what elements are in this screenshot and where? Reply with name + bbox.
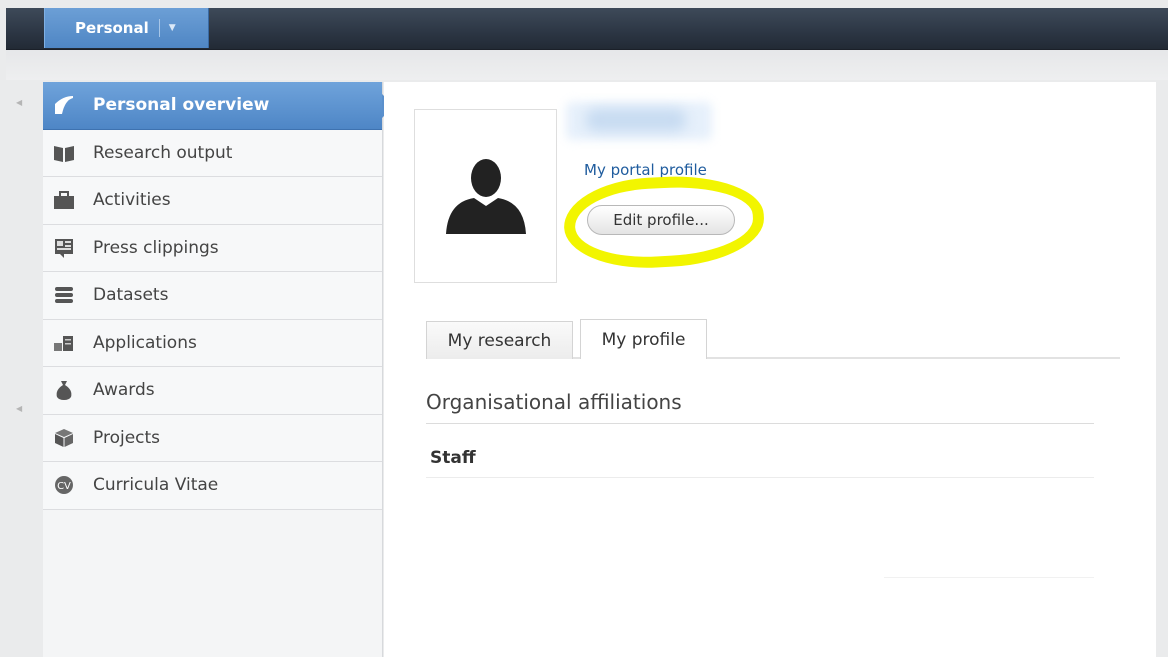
briefcase-icon xyxy=(53,189,75,211)
sidebar-item-awards[interactable]: Awards xyxy=(43,367,382,415)
newspaper-icon xyxy=(53,237,75,259)
affiliation-label: Staff xyxy=(430,448,476,468)
sidebar-item-applications[interactable]: Applications xyxy=(43,319,382,367)
sidebar-item-personal-overview[interactable]: Personal overview xyxy=(43,82,394,130)
sidebar: Personal overview Research output Activi… xyxy=(43,82,394,657)
personal-tab[interactable]: Personal ▼ xyxy=(44,8,209,48)
dropdown-arrow-icon[interactable]: ▼ xyxy=(169,23,176,33)
sidebar-item-press-clippings[interactable]: Press clippings xyxy=(43,224,382,272)
cube-icon xyxy=(53,427,75,449)
applications-icon xyxy=(53,332,75,354)
sidebar-item-label: Curricula Vitae xyxy=(93,475,219,496)
database-icon xyxy=(53,284,75,306)
sidebar-item-curricula-vitae[interactable]: CV Curricula Vitae xyxy=(43,462,382,510)
sidebar-item-projects[interactable]: Projects xyxy=(43,414,382,462)
personal-tab-label: Personal xyxy=(75,19,149,37)
collapse-left-arrow-icon[interactable]: ◀ xyxy=(16,98,22,107)
svg-text:CV: CV xyxy=(57,481,71,492)
sidebar-item-research-output[interactable]: Research output xyxy=(43,129,382,177)
sidebar-item-label: Press clippings xyxy=(93,237,219,258)
main-content: My portal profile Edit profile... My res… xyxy=(384,82,1156,657)
sidebar-item-label: Research output xyxy=(93,142,233,163)
sidebar-item-label: Datasets xyxy=(93,285,169,306)
sidebar-item-label: Awards xyxy=(93,380,155,401)
money-bag-icon xyxy=(53,379,75,401)
user-silhouette-icon xyxy=(445,159,526,234)
sidebar-item-datasets[interactable]: Datasets xyxy=(43,272,382,320)
sidebar-item-label: Personal overview xyxy=(93,95,270,116)
tab-my-research[interactable]: My research xyxy=(426,321,573,359)
book-icon xyxy=(53,142,75,164)
overview-icon xyxy=(53,94,75,116)
divider xyxy=(426,477,1094,478)
sidebar-item-label: Activities xyxy=(93,190,171,211)
profile-tabs: My research My profile xyxy=(426,319,1120,359)
tab-my-profile[interactable]: My profile xyxy=(580,319,707,359)
tab-separator xyxy=(158,19,160,37)
blurred-user-name-text xyxy=(586,109,686,131)
cv-icon: CV xyxy=(53,474,75,496)
section-title: Organisational affiliations xyxy=(426,390,682,414)
divider xyxy=(884,577,1094,578)
sidebar-item-label: Applications xyxy=(93,332,197,353)
profile-photo xyxy=(414,109,557,283)
sidebar-item-label: Projects xyxy=(93,427,161,448)
divider xyxy=(426,423,1094,424)
sub-header-strip xyxy=(6,50,1168,80)
edit-profile-button[interactable]: Edit profile... xyxy=(587,205,735,235)
top-nav-bar: Personal ▼ xyxy=(6,8,1168,50)
collapse-left-arrow-icon[interactable]: ◀ xyxy=(16,404,22,413)
sidebar-item-activities[interactable]: Activities xyxy=(43,177,382,225)
